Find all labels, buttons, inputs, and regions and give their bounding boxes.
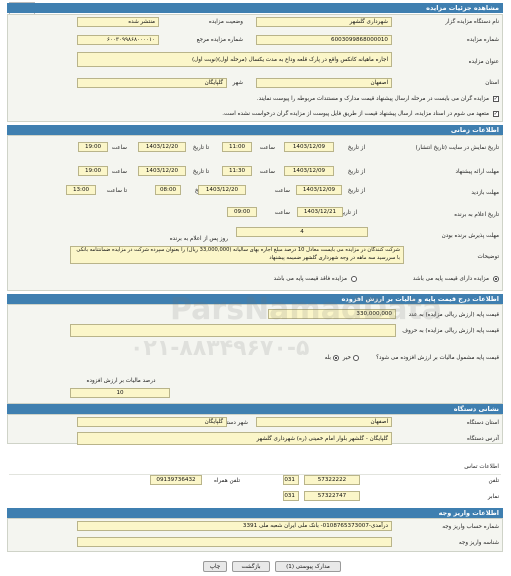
section-header-address: نشانی دستگاه xyxy=(7,404,503,414)
notice2-checkbox[interactable]: ✓ xyxy=(493,111,499,117)
winner-date: 1403/12/21 xyxy=(297,207,343,217)
visit-hour-label: ساعت xyxy=(274,188,290,194)
deposit-id-field xyxy=(77,537,392,547)
account-field: درآمدی-0108765373007- بانک ملی ایران شعب… xyxy=(77,521,392,531)
section-header-deposit: اطلاعات واریز وجه xyxy=(7,508,503,518)
offer-to-hour-label: ساعت xyxy=(111,169,127,175)
addr-label: آدرس دستگاه xyxy=(467,436,499,442)
addr-province-label: استان دستگاه xyxy=(466,420,499,426)
fax-field: 57322747 xyxy=(304,491,360,501)
publish-hour-label: ساعت xyxy=(259,145,275,151)
base-label: قیمت پایه (ارزش ریالی مزایده) به عدد xyxy=(408,312,499,318)
base-field: 330,000,000 xyxy=(268,309,396,319)
visit-from-time: 08:00 xyxy=(155,185,181,195)
price-option-no-base-radio[interactable] xyxy=(351,276,357,282)
visit-to-hour-label: تا ساعت xyxy=(106,188,127,194)
section-header-details: مشاهده جزئیات مزایده xyxy=(7,3,503,13)
city-field: گلپایگان xyxy=(77,78,227,88)
attachments-button[interactable]: مدارک پیوستی (1) xyxy=(275,561,341,572)
vat-yes-radio[interactable] xyxy=(333,355,339,361)
price-option-has-base-radio[interactable] xyxy=(493,276,499,282)
words-field xyxy=(70,324,396,337)
visit-to-date: 1403/12/20 xyxy=(198,185,246,195)
auction-details-page: مشاهده جزئیات مزایده نام دستگاه مزایده گ… xyxy=(0,0,511,576)
section-header-time: اطلاعات زمانی xyxy=(7,125,503,135)
phone-field: 57322222 xyxy=(304,475,360,485)
accept-label: مهلت پذیرش برنده بودن xyxy=(441,233,499,239)
visit-from-date: 1403/12/09 xyxy=(296,185,342,195)
title-field: اجاره ماهیانه کانکس واقع در پارک قلعه ود… xyxy=(77,52,392,67)
publish-to-label: تا تاریخ xyxy=(192,145,209,151)
addr-field: گلپایگان - گلشهر بلوار امام خمینی (ره) ش… xyxy=(77,432,392,445)
publish-to-time: 19:00 xyxy=(78,142,108,152)
notice1-text: مزایده گران می بایست در مرحله ارسال پیشن… xyxy=(256,96,489,102)
price-option-no-base-label: مزایده فاقد قیمت پایه می باشد xyxy=(273,276,347,282)
publish-from-date: 1403/12/09 xyxy=(284,142,334,152)
addr-city-field: گلپایگان xyxy=(77,417,227,427)
publish-to-hour-label: ساعت xyxy=(111,145,127,151)
desc-label: توضیحات xyxy=(477,254,499,260)
publish-from-label: از تاریخ xyxy=(347,145,365,151)
publish-to-date: 1403/12/20 xyxy=(138,142,186,152)
section-header-price: اطلاعات درج قیمت پایه و مالیات بر ارزش ا… xyxy=(7,294,503,304)
status-label: وضعیت مزایده xyxy=(208,19,243,25)
offer-label: مهلت ارائه پیشنهاد xyxy=(455,169,499,175)
vat-no-radio[interactable] xyxy=(353,355,359,361)
notice2-text: متعهد می شوم در اسناد مزایده، ارسال پیشن… xyxy=(222,111,489,117)
deposit-id-label: شناسه واریز وجه xyxy=(458,540,499,546)
offer-to-date: 1403/12/20 xyxy=(138,166,186,176)
winner-time: 09:00 xyxy=(227,207,257,217)
vat-yes-label: بله xyxy=(324,355,331,361)
phone-label: تلفن xyxy=(488,478,500,484)
contact-title: اطلاعات تماس xyxy=(464,464,499,470)
title-label: عنوان مزایده xyxy=(468,59,499,65)
account-label: شماره حساب واریز وجه xyxy=(442,524,499,530)
ref-label: شماره مزایده مرجع xyxy=(196,37,243,43)
vat-no-label: خیر xyxy=(342,355,351,361)
visit-from-label: از تاریخ xyxy=(347,188,365,194)
number-label: شماره مزایده xyxy=(466,37,499,43)
org-label: نام دستگاه مزایده گزار xyxy=(445,19,499,25)
number-field: 6003099868000010 xyxy=(256,35,392,45)
details-panel xyxy=(7,14,503,122)
desc-field: شرکت کنندگان در مزایده می بایست معادل 10… xyxy=(70,246,404,264)
addr-province-field: اصفهان xyxy=(256,417,392,427)
status-field: منتشر شده xyxy=(77,17,159,27)
back-button[interactable]: بازگشت xyxy=(232,561,270,572)
vat-question: قیمت پایه مشمول مالیات بر ارزش افزوده می… xyxy=(376,355,499,361)
offer-from-label: از تاریخ xyxy=(347,169,365,175)
province-label: استان xyxy=(485,80,499,86)
visit-label: مهلت بازدید xyxy=(471,190,499,196)
vat-percent-field: 10 xyxy=(70,388,170,398)
accept-suffix: روز پس از اعلام به برنده xyxy=(169,236,228,242)
offer-to-time: 19:00 xyxy=(78,166,108,176)
offer-hour-label: ساعت xyxy=(259,169,275,175)
offer-from-date: 1403/12/09 xyxy=(284,166,334,176)
publish-label: تاریخ نمایش در سایت (تاریخ انتشار) xyxy=(415,145,499,151)
contact-separator xyxy=(9,474,501,475)
fax-label: نمابر xyxy=(487,494,499,500)
vat-percent-label: درصد مالیات بر ارزش افزوده xyxy=(86,378,156,384)
accept-field: 4 xyxy=(236,227,368,237)
province-field: اصفهان xyxy=(256,78,392,88)
winner-hour-label: ساعت xyxy=(274,210,290,216)
print-button[interactable]: چاپ xyxy=(203,561,227,572)
mobile-field: 09139736432 xyxy=(150,475,202,485)
words-label: قیمت پایه (ارزش ریالی مزایده) به حروف xyxy=(402,328,499,334)
publish-from-time: 11:00 xyxy=(222,142,252,152)
mobile-label: تلفن همراه xyxy=(213,478,240,484)
offer-to-label: تا تاریخ xyxy=(192,169,209,175)
winner-label: تاریخ اعلام به برنده xyxy=(454,212,499,218)
org-field: شهرداری گلشهر xyxy=(256,17,392,27)
visit-to-time: 13:00 xyxy=(66,185,96,195)
fax-code: 031 xyxy=(283,491,299,501)
ref-field: ۶۰۰۳۰۹۹۸۶۸۰۰۰۰۱۰ xyxy=(77,35,159,45)
price-option-has-base-label: مزایده دارای قیمت پایه می باشد xyxy=(412,276,489,282)
offer-from-time: 11:30 xyxy=(222,166,252,176)
notice1-checkbox[interactable]: ✓ xyxy=(493,96,499,102)
phone-code: 031 xyxy=(283,475,299,485)
city-label: شهر xyxy=(232,80,243,86)
